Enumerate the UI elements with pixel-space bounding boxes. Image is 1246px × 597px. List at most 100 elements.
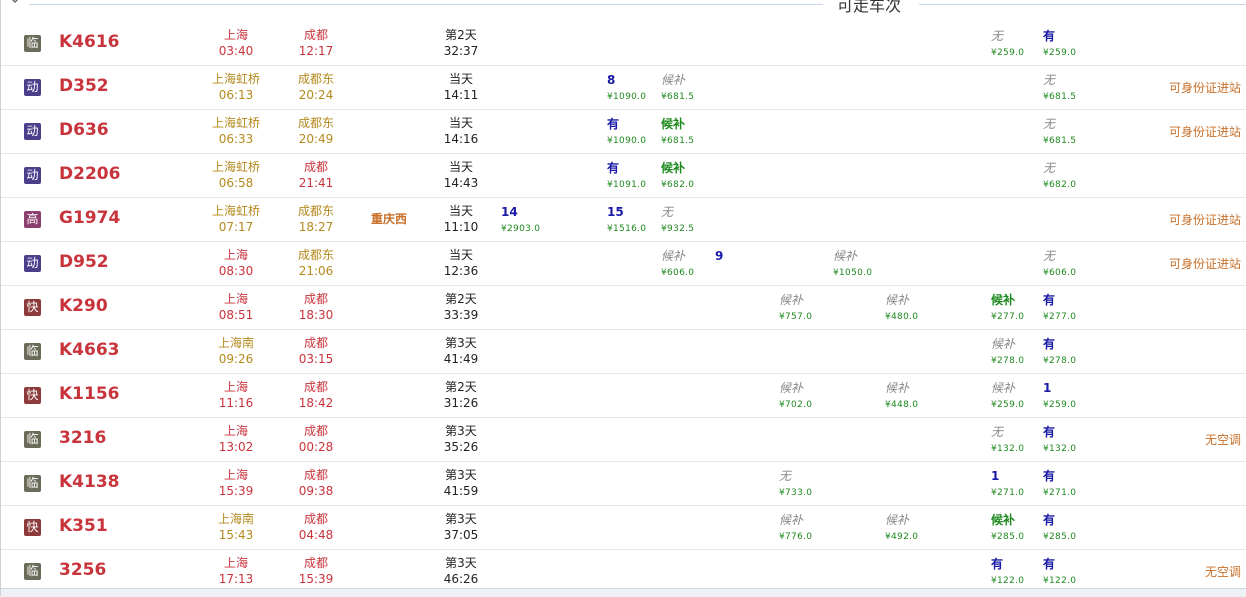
seat-availability[interactable]: 有 ¥122.0 — [991, 556, 1039, 586]
seat-availability[interactable]: 候补 ¥259.0 — [991, 380, 1039, 410]
seat-availability[interactable]: 无 ¥259.0 — [991, 28, 1039, 58]
train-row[interactable]: 动 D636 上海虹桥 06:33 成都东 20:49 当天 14:16 有 ¥1090.0 候补 ¥… — [1, 110, 1246, 154]
seat-availability[interactable]: 有 ¥132.0 — [1043, 424, 1091, 454]
train-row[interactable]: 动 D352 上海虹桥 06:13 成都东 20:24 当天 14:11 8 ¥1090.0 候补 ¥… — [1, 66, 1246, 110]
departure-station-name: 上海南 — [217, 512, 254, 526]
train-row[interactable]: 临 3216 上海 13:02 成都 00:28 第3天 35:26 无 ¥132.0 有 ¥132.… — [1, 418, 1246, 462]
seat-availability[interactable]: 无 ¥682.0 — [1043, 160, 1091, 190]
duration-time: 31:26 — [443, 396, 479, 410]
train-number-link[interactable]: K290 — [59, 296, 108, 316]
train-number-link[interactable]: K4616 — [59, 32, 120, 52]
train-number-link[interactable]: K4663 — [59, 340, 120, 360]
arrival-time: 18:27 — [298, 220, 334, 234]
seat-availability[interactable]: 有 ¥285.0 — [1043, 512, 1091, 542]
seat-price: ¥757.0 — [779, 312, 813, 322]
train-number-link[interactable]: D952 — [59, 252, 109, 272]
departure-station: 上海 08:30 — [201, 247, 271, 279]
train-number-link[interactable]: D636 — [59, 120, 109, 140]
seat-status: 1 — [1043, 381, 1052, 395]
seat-availability[interactable]: 候补 ¥278.0 — [991, 336, 1039, 366]
departure-station: 上海 13:02 — [201, 423, 271, 455]
seat-availability[interactable]: 候补 ¥1050.0 — [833, 248, 881, 278]
seat-availability[interactable]: 有 ¥277.0 — [1043, 292, 1091, 322]
seat-availability[interactable]: 有 ¥1091.0 — [607, 160, 655, 190]
train-remark: 可身份证进站 — [1168, 125, 1241, 139]
seat-availability[interactable]: 候补 ¥285.0 — [991, 512, 1039, 542]
seat-availability[interactable]: 9 — [715, 248, 763, 264]
seat-availability[interactable]: 14 ¥2903.0 — [501, 204, 549, 234]
seat-availability[interactable]: 候补 ¥492.0 — [885, 512, 933, 542]
seat-availability[interactable]: 无 ¥733.0 — [779, 468, 827, 498]
train-number-link[interactable]: K351 — [59, 516, 108, 536]
seat-availability[interactable]: 有 ¥271.0 — [1043, 468, 1091, 498]
train-row[interactable]: 临 K4616 上海 03:40 成都 12:17 第2天 32:37 无 ¥259.0 有 ¥259… — [1, 22, 1246, 66]
seat-price: ¥480.0 — [885, 312, 919, 322]
seat-availability[interactable]: 有 ¥278.0 — [1043, 336, 1091, 366]
seat-availability[interactable]: 无 ¥681.5 — [1043, 72, 1091, 102]
departure-station-name: 上海 — [223, 292, 248, 306]
seat-availability[interactable]: 1 ¥259.0 — [1043, 380, 1091, 410]
seat-price: ¥606.0 — [1043, 268, 1077, 278]
departure-station-name: 上海 — [223, 424, 248, 438]
seat-availability[interactable]: 无 ¥681.5 — [1043, 116, 1091, 146]
train-type-badge: 快 — [24, 299, 41, 316]
arrival-station-name: 成都东 — [297, 116, 334, 130]
departure-station-name: 上海 — [223, 468, 248, 482]
seat-availability[interactable]: 候补 ¥776.0 — [779, 512, 827, 542]
train-number-link[interactable]: D2206 — [59, 164, 120, 184]
train-row[interactable]: 动 D2206 上海虹桥 06:58 成都 21:41 当天 14:43 有 ¥1091.0 候补 ¥… — [1, 154, 1246, 198]
seat-availability[interactable]: 候补 ¥606.0 — [661, 248, 709, 278]
train-number-link[interactable]: 3256 — [59, 560, 106, 580]
departure-station-name: 上海 — [223, 248, 248, 262]
seat-price: ¥271.0 — [991, 488, 1025, 498]
seat-availability[interactable]: 候补 ¥702.0 — [779, 380, 827, 410]
departure-station: 上海 17:13 — [201, 555, 271, 587]
seat-price: ¥1516.0 — [607, 224, 647, 234]
train-row[interactable]: 临 K4138 上海 15:39 成都 09:38 第3天 41:59 无 ¥733.0 1 ¥271… — [1, 462, 1246, 506]
train-number-link[interactable]: K1156 — [59, 384, 120, 404]
departure-station-name: 上海 — [223, 556, 248, 570]
divider — [919, 4, 1246, 5]
seat-availability[interactable]: 无 ¥606.0 — [1043, 248, 1091, 278]
seat-availability[interactable]: 候补 ¥681.5 — [661, 116, 709, 146]
duration-time: 14:16 — [443, 132, 479, 146]
train-row[interactable]: 快 K351 上海南 15:43 成都 04:48 第3天 37:05 候补 ¥776.0 候补 ¥4… — [1, 506, 1246, 550]
train-type-badge: 临 — [24, 431, 41, 448]
train-number-link[interactable]: 3216 — [59, 428, 106, 448]
seat-status: 候补 — [661, 73, 686, 87]
seat-availability[interactable]: 15 ¥1516.0 — [607, 204, 655, 234]
seat-availability[interactable]: 候补 ¥448.0 — [885, 380, 933, 410]
train-row[interactable]: 高 G1974 上海虹桥 07:17 成都东 18:27 重庆西 当天 11:10 14 ¥2903… — [1, 198, 1246, 242]
seat-availability[interactable]: 候补 ¥480.0 — [885, 292, 933, 322]
train-row[interactable]: 动 D952 上海 08:30 成都东 21:06 当天 12:36 候补 ¥606.0 9 候补 ¥1… — [1, 242, 1246, 286]
seat-availability[interactable]: 有 ¥259.0 — [1043, 28, 1091, 58]
seat-availability[interactable]: 候补 ¥681.5 — [661, 72, 709, 102]
seat-availability[interactable]: 候补 ¥757.0 — [779, 292, 827, 322]
train-number-link[interactable]: D352 — [59, 76, 109, 96]
seat-status: 有 — [1043, 425, 1056, 439]
seat-availability[interactable]: 有 ¥1090.0 — [607, 116, 655, 146]
seat-status: 15 — [607, 205, 624, 219]
train-remark: 可身份证进站 — [1168, 81, 1241, 95]
seat-availability[interactable]: 有 ¥122.0 — [1043, 556, 1091, 586]
train-type-badge: 临 — [24, 343, 41, 360]
seat-availability[interactable]: 无 ¥932.5 — [661, 204, 709, 234]
seat-availability[interactable]: 候补 ¥682.0 — [661, 160, 709, 190]
seat-availability[interactable]: 8 ¥1090.0 — [607, 72, 655, 102]
departure-station: 上海虹桥 06:58 — [201, 159, 271, 191]
train-row[interactable]: 快 K290 上海 08:51 成都 18:30 第2天 33:39 候补 ¥757.0 候补 ¥48… — [1, 286, 1246, 330]
train-row[interactable]: 临 K4663 上海南 09:26 成都 03:15 第3天 41:49 候补 ¥278.0 有 ¥2… — [1, 330, 1246, 374]
train-number-link[interactable]: K4138 — [59, 472, 120, 492]
seat-status: 候补 — [779, 513, 804, 527]
seat-availability[interactable]: 候补 ¥277.0 — [991, 292, 1039, 322]
departure-station-name: 上海虹桥 — [211, 204, 260, 218]
train-number-link[interactable]: G1974 — [59, 208, 120, 228]
seat-availability[interactable]: 1 ¥271.0 — [991, 468, 1039, 498]
train-type-badge: 临 — [24, 35, 41, 52]
train-row[interactable]: 快 K1156 上海 11:16 成都 18:42 第2天 31:26 候补 ¥702.0 候补 ¥4… — [1, 374, 1246, 418]
departure-time: 06:58 — [218, 176, 254, 190]
seat-price: ¥277.0 — [991, 312, 1025, 322]
chevron-down-icon[interactable] — [9, 0, 23, 8]
seat-availability[interactable]: 无 ¥132.0 — [991, 424, 1039, 454]
arrival-station: 成都 00:28 — [281, 423, 351, 455]
